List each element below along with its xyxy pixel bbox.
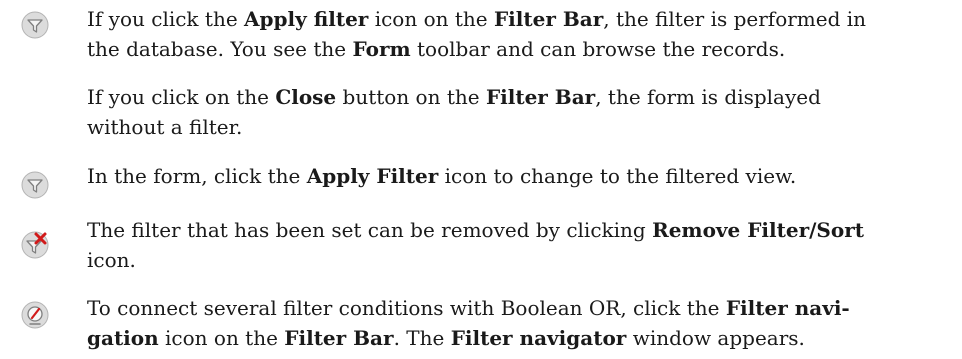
line: without a filter. [87, 115, 243, 139]
paragraph-apply-filter-form: In the form, click the Apply Filter icon… [87, 161, 957, 191]
line: If you click on the Close button on the … [87, 85, 821, 109]
paragraph-filter-navigation: To connect several filter conditions wit… [87, 293, 957, 353]
apply-filter-icon [20, 170, 50, 200]
document-page: If you click the Apply filter icon on th… [0, 0, 962, 359]
paragraph-remove-filter: The filter that has been set can be remo… [87, 215, 957, 275]
line: In the form, click the Apply Filter icon… [87, 164, 797, 188]
paragraph-close-button: If you click on the Close button on the … [87, 82, 957, 142]
paragraph-apply-filter-bar: If you click the Apply filter icon on th… [87, 4, 957, 64]
line: If you click the Apply filter icon on th… [87, 7, 867, 31]
line: icon. [87, 248, 136, 272]
line: the database. You see the Form toolbar a… [87, 37, 786, 61]
filter-navigator-icon [20, 300, 50, 330]
line: gation icon on the Filter Bar. The Filte… [87, 326, 805, 350]
remove-filter-icon [20, 230, 50, 260]
line: To connect several filter conditions wit… [87, 296, 850, 320]
apply-filter-icon [20, 10, 50, 40]
line: The filter that has been set can be remo… [87, 218, 864, 242]
